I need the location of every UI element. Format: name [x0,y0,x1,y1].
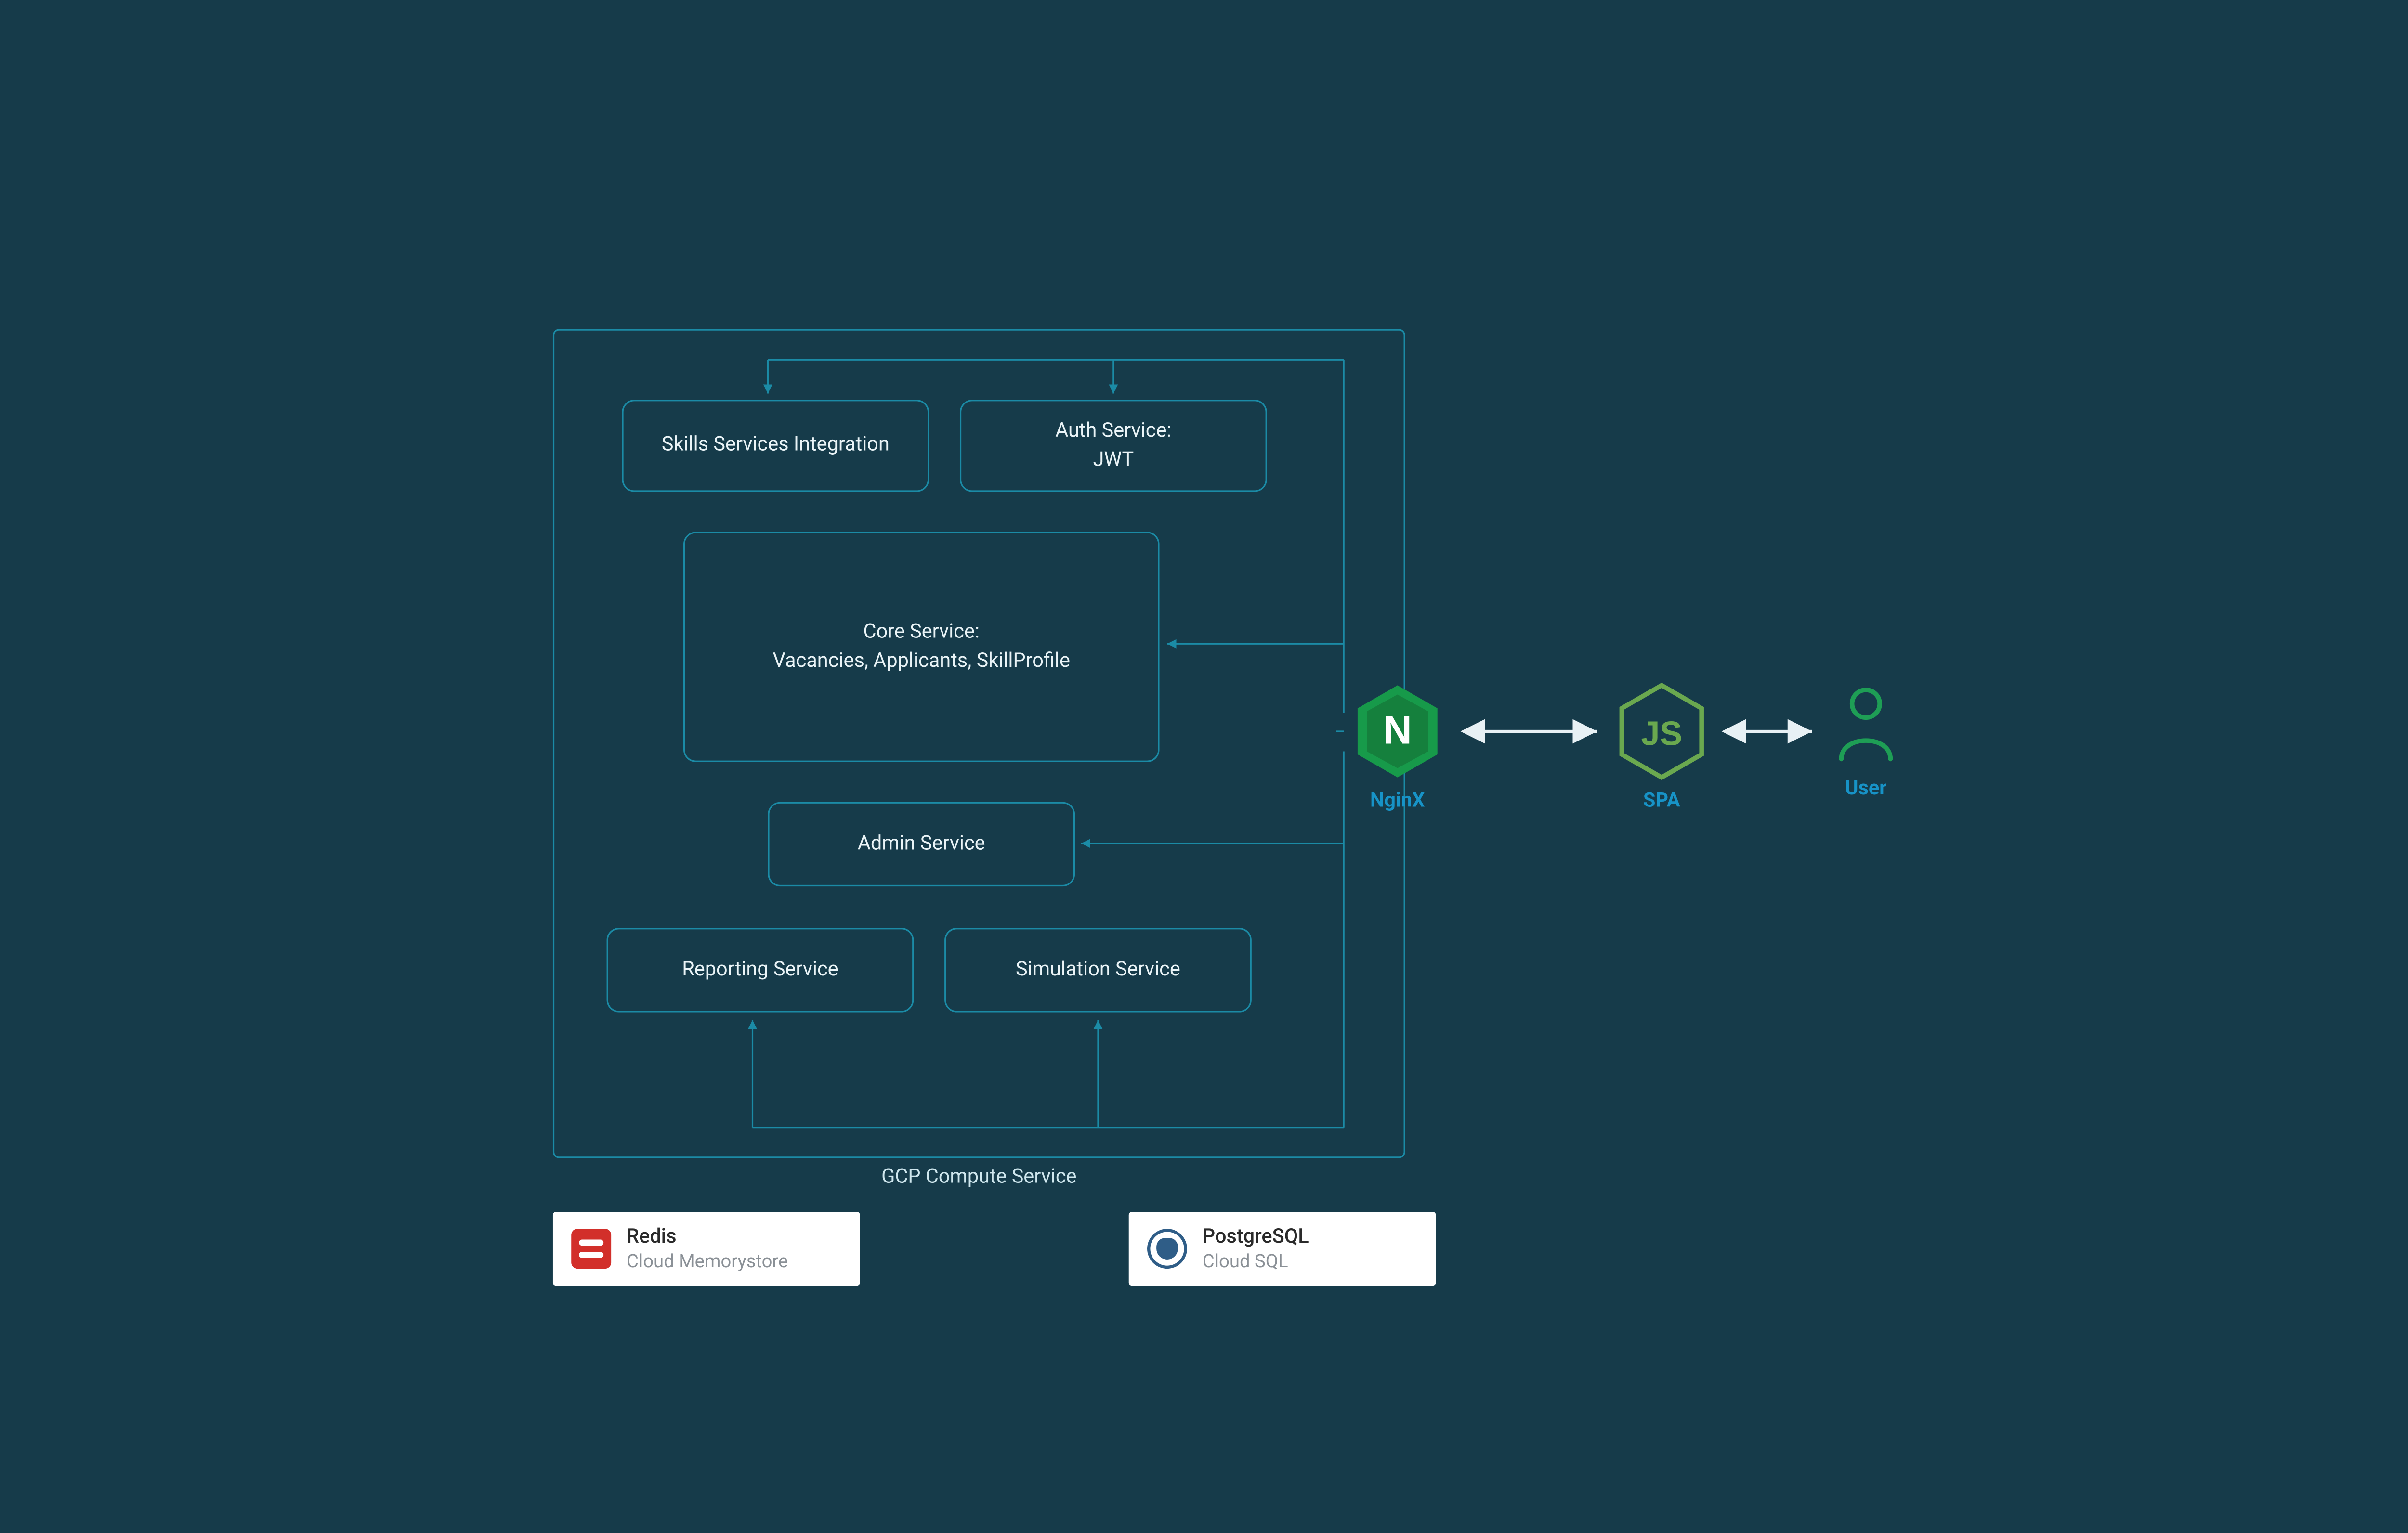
service-label: Simulation Service [1016,955,1180,985]
service-label-line2: JWT [1093,446,1134,476]
service-auth: Auth Service: JWT [960,400,1267,492]
service-skills-integration: Skills Services Integration [622,400,929,492]
spa-label: SPA [1600,790,1723,813]
service-simulation: Simulation Service [944,928,1252,1012]
postgresql-icon [1147,1229,1187,1269]
card-title: Redis [627,1225,788,1249]
service-label: Admin Service [858,829,985,859]
service-reporting: Reporting Service [607,928,914,1012]
user-icon [1832,682,1899,762]
redis-icon [571,1229,611,1269]
user-label: User [1812,777,1920,800]
service-label-line2: Vacancies, Applicants, SkillProfile [773,647,1070,676]
service-label-line1: Core Service: [864,617,980,647]
service-admin: Admin Service [768,802,1075,886]
nodejs-letters: JS [1641,714,1682,752]
service-label: Reporting Service [682,955,838,985]
spa-node: JS SPA [1600,682,1723,813]
nginx-letter: N [1383,707,1412,752]
user-node: User [1812,682,1920,801]
nginx-icon: N [1355,682,1441,780]
card-title: PostgreSQL [1203,1225,1309,1249]
card-subtitle: Cloud SQL [1203,1249,1309,1272]
card-postgresql: PostgreSQL Cloud SQL [1129,1212,1436,1286]
nodejs-icon: JS [1619,682,1705,780]
card-subtitle: Cloud Memorystore [627,1249,788,1272]
service-core: Core Service: Vacancies, Applicants, Ski… [683,532,1160,762]
service-label: Skills Services Integration [662,430,890,460]
nginx-label: NginX [1336,790,1459,813]
gcp-compute-label: GCP Compute Service [553,1166,1405,1189]
card-redis: Redis Cloud Memorystore [553,1212,860,1286]
service-label-line1: Auth Service: [1055,416,1171,445]
nginx-node: N NginX [1336,682,1459,813]
